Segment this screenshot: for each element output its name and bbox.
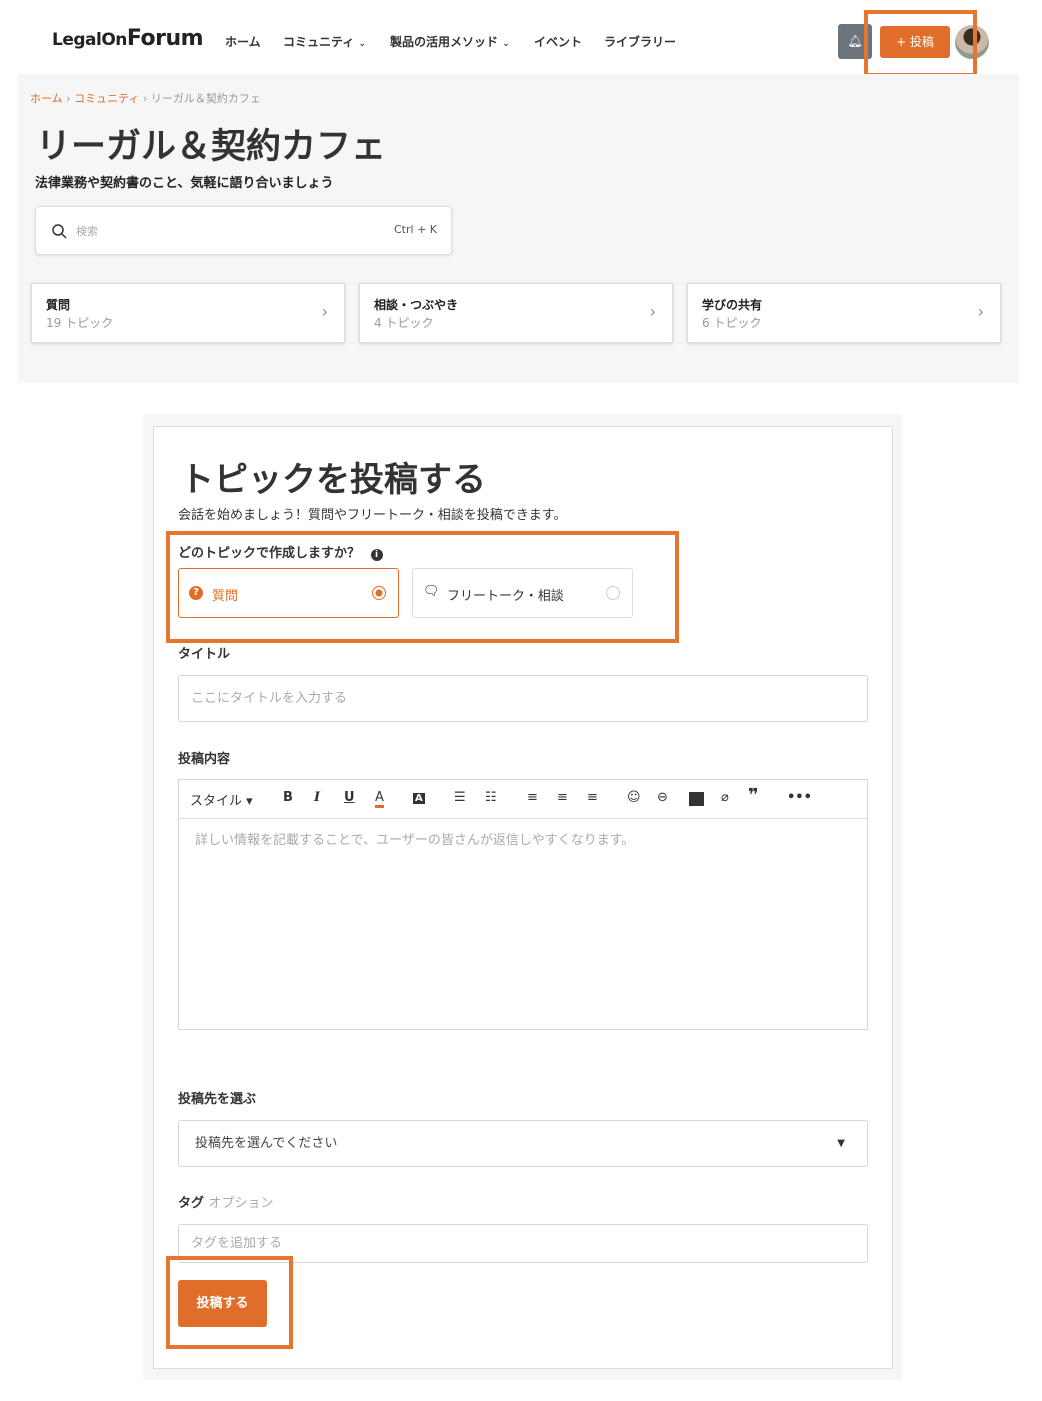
caret-down-icon: ▼ — [837, 1138, 845, 1149]
breadcrumb-home[interactable]: ホーム — [30, 92, 63, 105]
category-count: 19 トピック — [46, 316, 114, 330]
form-subtitle: 会話を始めましょう！質問やフリートーク・相談を投稿できます。 — [178, 508, 567, 523]
content-label: 投稿内容 — [178, 752, 231, 767]
logo[interactable]: LegalOnForum — [52, 26, 204, 51]
numbered-list-icon[interactable]: ☷ — [485, 790, 497, 805]
chevron-down-icon: ⌄ — [502, 39, 510, 49]
editor-toolbar: スタイル ▾ B I U A A ☰ ☷ ≡ ≡ ≡ ☺ ⊖ ⌀ ❞ ••• — [179, 780, 867, 819]
search-input[interactable]: 検索 Ctrl + K — [35, 206, 452, 255]
search-placeholder: 検索 — [76, 225, 98, 238]
align-left-icon[interactable]: ≡ — [527, 790, 538, 805]
category-name: 質問 — [46, 298, 71, 312]
underline-icon[interactable]: U — [344, 790, 355, 805]
content-textarea[interactable]: 詳しい情報を記載することで、ユーザーの皆さんが返信しやすくなります。 — [179, 819, 867, 858]
nav-community[interactable]: コミュニティ ⌄ — [283, 33, 366, 50]
annotation-box — [166, 1256, 293, 1349]
title-input[interactable]: ここにタイトルを入力する — [178, 675, 868, 722]
annotation-box — [166, 531, 679, 643]
category-name: 学びの共有 — [702, 298, 763, 312]
align-right-icon[interactable]: ≡ — [587, 790, 598, 805]
image-icon[interactable] — [689, 792, 704, 806]
chevron-right-icon: › — [977, 302, 984, 321]
annotation-box — [864, 10, 977, 77]
page-title: リーガル＆契約カフェ — [36, 127, 387, 167]
category-card[interactable]: 学びの共有 6 トピック › — [687, 283, 1001, 343]
title-label: タイトル — [178, 647, 231, 662]
text-color-icon[interactable]: A — [375, 790, 384, 808]
chevron-right-icon: › — [649, 302, 656, 321]
nav-events[interactable]: イベント — [534, 33, 582, 50]
tag-label: タグ オプション — [178, 1192, 274, 1211]
category-card[interactable]: 質問 19 トピック › — [31, 283, 345, 343]
align-center-icon[interactable]: ≡ — [557, 790, 568, 805]
tag-label-text: タグ — [178, 1196, 205, 1211]
form-title: トピックを投稿する — [180, 460, 486, 500]
nav-home[interactable]: ホーム — [225, 33, 261, 50]
nav-methods[interactable]: 製品の活用メソッド ⌄ — [390, 33, 510, 50]
breadcrumb-community[interactable]: コミュニティ — [74, 92, 139, 105]
destination-select[interactable]: 投稿先を選んでください ▼ — [178, 1120, 868, 1167]
category-name: 相談・つぶやき — [374, 298, 459, 312]
breadcrumb: ホーム › コミュニティ › リーガル＆契約カフェ — [30, 92, 261, 105]
category-count: 4 トピック — [374, 316, 434, 330]
chevron-right-icon: › — [321, 302, 328, 321]
nav-library[interactable]: ライブラリー — [604, 33, 676, 50]
attachment-icon[interactable]: ⌀ — [721, 790, 729, 805]
chevron-down-icon: ⌄ — [358, 39, 367, 49]
destination-placeholder: 投稿先を選んでください — [195, 1136, 338, 1151]
destination-label: 投稿先を選ぶ — [178, 1092, 257, 1107]
category-card[interactable]: 相談・つぶやき 4 トピック › — [359, 283, 673, 343]
quote-icon[interactable]: ❞ — [748, 785, 759, 806]
bold-icon[interactable]: B — [283, 790, 293, 805]
background-color-icon[interactable]: A — [413, 793, 425, 804]
logo-text-bold: Forum — [126, 26, 204, 51]
link-icon[interactable]: ⊖ — [657, 790, 668, 805]
more-icon[interactable]: ••• — [787, 790, 812, 805]
bullet-list-icon[interactable]: ☰ — [454, 790, 466, 805]
optional-text: オプション — [208, 1196, 274, 1211]
style-dropdown[interactable]: スタイル ▾ — [190, 790, 253, 809]
search-icon — [52, 224, 67, 239]
logo-text: LegalOn — [52, 30, 127, 50]
nav-label: コミュニティ — [283, 35, 355, 49]
page-subtitle: 法律業務や契約書のこと、気軽に語り合いましょう — [35, 176, 334, 191]
breadcrumb-current: リーガル＆契約カフェ — [150, 92, 261, 105]
category-count: 6 トピック — [702, 316, 762, 330]
italic-icon[interactable]: I — [314, 790, 320, 805]
rich-text-editor: スタイル ▾ B I U A A ☰ ☷ ≡ ≡ ≡ ☺ ⊖ ⌀ ❞ ••• 詳… — [178, 779, 868, 1030]
emoji-icon[interactable]: ☺ — [627, 790, 641, 805]
nav-label: 製品の活用メソッド — [390, 35, 499, 49]
search-shortcut: Ctrl + K — [394, 223, 437, 236]
style-label: スタイル — [190, 794, 243, 809]
